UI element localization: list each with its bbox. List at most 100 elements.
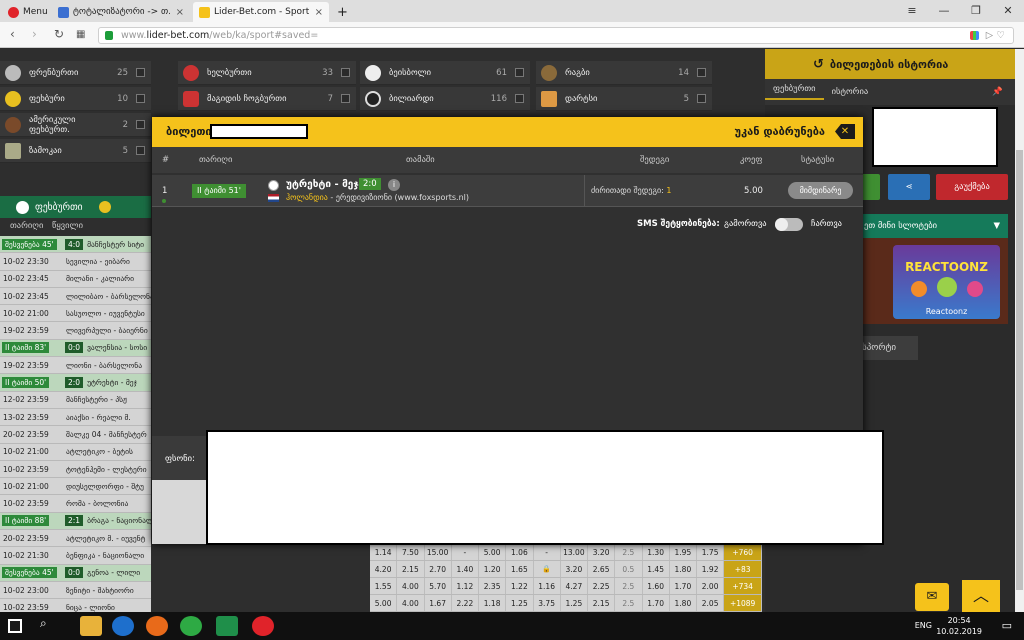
event-row[interactable]: 10-02 23:30 სევილია - ეიბარი: [0, 253, 151, 271]
odds-cell[interactable]: 1.45: [643, 561, 670, 577]
sport-checkbox[interactable]: [341, 94, 350, 103]
sport-checkbox[interactable]: [136, 120, 145, 129]
file-explorer-icon[interactable]: [80, 616, 102, 636]
odds-cell[interactable]: 1.70: [643, 595, 670, 611]
event-row[interactable]: 10-02 23:00 ზენიტი - შახტიორი: [0, 581, 151, 600]
event-row[interactable]: 10-02 23:59 ტოტენჰემი - ლესტერი: [0, 460, 151, 479]
tab-sports[interactable]: ფეხბურთი: [765, 84, 824, 100]
odds-cell[interactable]: 2.65: [588, 561, 616, 577]
event-row[interactable]: 20-02 23:59 შალკე 04 - მანჩესტერ: [0, 426, 151, 444]
mini-slots-header[interactable]: ეთ მინი სლოტები ▼: [858, 214, 1008, 238]
address-bar-input[interactable]: www.lider-bet.com/web/ka/sport#saved= ♡ …: [98, 27, 1014, 44]
odds-cell[interactable]: 1.14: [370, 544, 398, 560]
info-icon[interactable]: i: [388, 179, 400, 191]
event-row[interactable]: 10-02 21:30 ბენფიკა - ნაციონალი: [0, 547, 151, 565]
odds-cell[interactable]: 7.50: [397, 544, 425, 560]
sport-checkbox[interactable]: [136, 146, 145, 155]
event-row[interactable]: 20-02 23:59 ატლეტიკო მ. - იუვენტ: [0, 530, 151, 548]
cancel-button[interactable]: გაუქმება: [936, 174, 1008, 200]
tennis-icon[interactable]: [98, 201, 111, 213]
odds-cell[interactable]: 1.95: [670, 544, 697, 560]
share-button[interactable]: ⋖: [888, 174, 930, 200]
scrollbar-thumb[interactable]: [1016, 150, 1023, 590]
event-row[interactable]: 10-02 21:00 სასუოლო - იუვენტუსი: [0, 305, 151, 323]
odds-cell[interactable]: 1.55: [370, 578, 398, 594]
odds-cell[interactable]: 2.15: [397, 561, 425, 577]
odds-cell[interactable]: 2.15: [588, 595, 616, 611]
chat-button[interactable]: ✉: [915, 583, 949, 611]
tab-liderbet[interactable]: Lider-Bet.com - Sports and ×: [193, 2, 329, 22]
sports-tab[interactable]: სპორტი: [858, 336, 918, 360]
sport-item[interactable]: ხელბურთი 33: [178, 61, 356, 85]
sport-item[interactable]: ზამოკაი 5: [0, 139, 151, 163]
sport-checkbox[interactable]: [136, 94, 145, 103]
odds-cell[interactable]: 2.22: [452, 595, 479, 611]
odds-cell[interactable]: 5.70: [425, 578, 452, 594]
event-row[interactable]: 10-02 21:00 დიუსელდორფი - შტუ: [0, 478, 151, 496]
close-tab-icon[interactable]: ×: [315, 7, 323, 18]
odds-cell[interactable]: 1.60: [643, 578, 670, 594]
language-indicator[interactable]: ENG: [915, 621, 932, 630]
reactoonz-slot-tile[interactable]: REACTOONZ Reactoonz: [893, 245, 1000, 319]
excel-icon[interactable]: [216, 616, 238, 636]
sport-checkbox[interactable]: [136, 68, 145, 77]
odds-cell[interactable]: 1.06: [506, 544, 534, 560]
event-row[interactable]: 10-02 23:45 მილანი - კალიარი: [0, 270, 151, 288]
odds-cell[interactable]: 4.00: [397, 578, 425, 594]
event-row[interactable]: II ტაიმი 83' 0:0 ვალენსია - სოსი: [0, 339, 151, 358]
bookmark-heart-icon[interactable]: ♡: [996, 28, 1005, 43]
sport-item[interactable]: მაგიდის ჩოგბურთი 7: [178, 87, 356, 111]
sport-checkbox[interactable]: [341, 68, 350, 77]
sport-item[interactable]: ბეისბოლი 61: [360, 61, 530, 85]
event-row[interactable]: 12-02 23:59 მანჩესტერი - პსჟ: [0, 391, 151, 409]
odds-cell[interactable]: 1.65: [506, 561, 534, 577]
odds-cell[interactable]: 2.25: [588, 578, 616, 594]
odds-cell[interactable]: 2.70: [425, 561, 452, 577]
sport-item[interactable]: რაგბი 14: [536, 61, 712, 85]
odds-cell[interactable]: 1.25: [561, 595, 588, 611]
odds-cell[interactable]: 2.35: [479, 578, 507, 594]
odds-cell[interactable]: 15.00: [425, 544, 452, 560]
odds-cell[interactable]: 3.20: [561, 561, 588, 577]
event-row[interactable]: შესვენება 45' 0:0 გენოა - ლილი: [0, 564, 151, 582]
search-icon[interactable]: ⌕: [40, 616, 62, 636]
odds-cell[interactable]: 1.80: [670, 561, 697, 577]
odds-cell[interactable]: 1.70: [670, 578, 697, 594]
extension-icon[interactable]: [970, 31, 979, 40]
odds-cell[interactable]: 2.5: [615, 595, 643, 611]
sms-on-label[interactable]: ჩართვა: [811, 219, 842, 229]
sport-checkbox[interactable]: [515, 94, 524, 103]
event-row[interactable]: 19-02 23:59 ლიონი - ბარსელონა: [0, 357, 151, 375]
event-row[interactable]: 13-02 23:59 აიაქსი - რეალი მ.: [0, 408, 151, 427]
odds-cell[interactable]: +760: [724, 544, 762, 560]
odds-cell[interactable]: 2.5: [615, 544, 643, 560]
odds-cell[interactable]: 1.92: [697, 561, 725, 577]
odds-cell[interactable]: 2.5: [615, 578, 643, 594]
odds-cell[interactable]: 0.5: [615, 561, 643, 577]
odds-cell[interactable]: 1.22: [506, 578, 534, 594]
close-tab-icon[interactable]: ×: [176, 7, 184, 18]
odds-cell[interactable]: 3.75: [534, 595, 561, 611]
odds-cell[interactable]: 4.00: [397, 595, 425, 611]
close-window-icon[interactable]: ✕: [992, 0, 1024, 22]
sms-off-label[interactable]: გამორთვა: [724, 219, 767, 229]
odds-cell[interactable]: 2.05: [697, 595, 725, 611]
event-row[interactable]: II ტაიმი 50' 2:0 უტრეხტი - მეჯ: [0, 374, 151, 392]
new-tab-button[interactable]: +: [331, 2, 349, 22]
edge-icon[interactable]: [112, 616, 134, 636]
odds-cell[interactable]: 13.00: [561, 544, 588, 560]
share-arrow-icon[interactable]: ▷: [986, 28, 993, 43]
sport-checkbox[interactable]: [697, 68, 706, 77]
odds-cell[interactable]: 5.00: [370, 595, 398, 611]
odds-cell[interactable]: +1089: [724, 595, 762, 611]
speed-dial-icon[interactable]: ▦: [76, 29, 85, 40]
sport-checkbox[interactable]: [515, 68, 524, 77]
restore-icon[interactable]: ❐: [960, 0, 992, 22]
reload-icon[interactable]: ↻: [54, 27, 64, 41]
odds-cell[interactable]: 3.20: [588, 544, 616, 560]
back-close-icon[interactable]: ✕: [835, 124, 855, 139]
windows-start-icon[interactable]: [8, 619, 22, 633]
odds-cell[interactable]: 1.16: [534, 578, 561, 594]
opera-taskbar-icon[interactable]: [252, 616, 274, 636]
tab-menu-icon[interactable]: ≡: [896, 0, 928, 22]
